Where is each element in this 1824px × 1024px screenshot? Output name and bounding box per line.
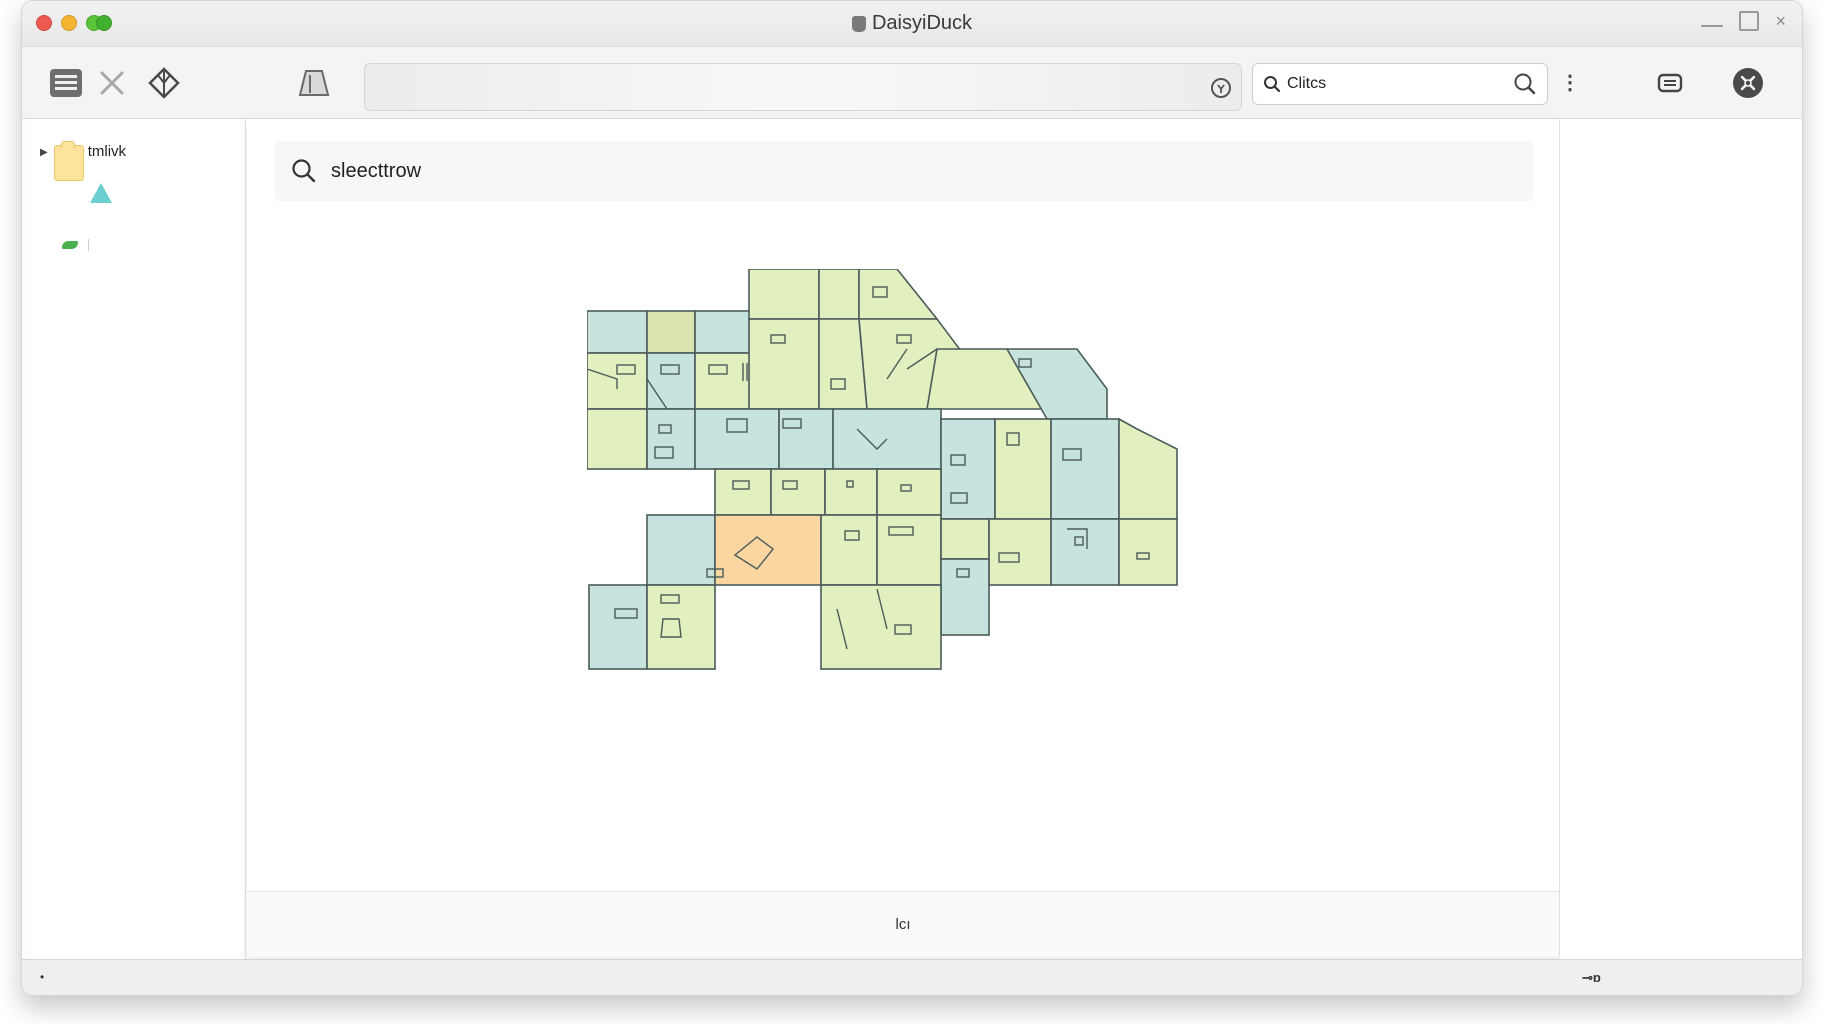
map-region[interactable] <box>778 408 834 470</box>
sync-button[interactable] <box>1650 63 1690 103</box>
title-bar: DaisyiDuck × <box>22 1 1802 47</box>
app-window: DaisyiDuck × Clitcs ⋮ ▶ tmlivk sleecttro… <box>21 0 1803 996</box>
map-region[interactable] <box>940 418 996 520</box>
page-icon <box>298 70 330 96</box>
map-region[interactable] <box>714 468 772 516</box>
search-submit-icon[interactable] <box>1513 72 1537 96</box>
search-input[interactable] <box>1287 75 1507 93</box>
map-region[interactable] <box>994 418 1052 520</box>
map-region[interactable] <box>588 584 648 670</box>
map-region[interactable] <box>988 518 1052 586</box>
maximize-icon[interactable] <box>1739 11 1760 31</box>
map-region[interactable] <box>940 558 990 636</box>
folder-icon <box>53 141 84 181</box>
tree-item[interactable]: ▶ tmlivk <box>40 141 127 181</box>
status-bar: • ⊸ɒ <box>22 959 1802 995</box>
map-region[interactable] <box>694 408 780 470</box>
map-region[interactable] <box>1050 418 1120 520</box>
account-button[interactable] <box>1728 63 1768 103</box>
footer-text: lcı <box>895 916 911 933</box>
sidebar: ▶ tmlivk <box>32 119 246 959</box>
main-content: lcı <box>247 119 1560 957</box>
sync-icon <box>1657 73 1683 93</box>
reload-icon[interactable] <box>1209 76 1233 100</box>
orange-region[interactable] <box>714 514 822 586</box>
status-left: • <box>40 970 45 984</box>
document-button[interactable] <box>294 63 334 103</box>
compass-button[interactable] <box>144 63 184 103</box>
right-pane <box>1560 119 1802 959</box>
map-region[interactable] <box>876 514 942 586</box>
status-right[interactable]: ⊸ɒ <box>1582 970 1601 986</box>
map-region[interactable] <box>694 352 756 410</box>
minimize-icon[interactable] <box>1701 25 1724 27</box>
more-options-icon[interactable]: ⋮ <box>1560 73 1580 93</box>
map-region[interactable] <box>748 318 820 410</box>
search-icon <box>292 159 316 183</box>
map-region[interactable] <box>1118 518 1178 586</box>
map-region[interactable] <box>646 352 696 410</box>
cancel-button[interactable] <box>92 63 132 103</box>
map-region[interactable] <box>587 408 648 470</box>
map-region[interactable] <box>818 269 860 320</box>
content-footer: lcı <box>247 891 1559 957</box>
layer-triangle-icon[interactable] <box>90 183 112 203</box>
map-region[interactable] <box>820 514 878 586</box>
close-icon[interactable]: × <box>1775 11 1786 31</box>
map-region[interactable] <box>858 269 939 320</box>
region-map[interactable] <box>587 269 1207 729</box>
map-region[interactable] <box>646 310 696 354</box>
search-icon <box>1264 76 1281 93</box>
map-region[interactable] <box>646 514 716 586</box>
content-search-bar[interactable] <box>275 141 1533 201</box>
app-icon <box>851 15 866 32</box>
toolbar: ⋮ <box>22 47 1802 119</box>
window-controls: × <box>1701 11 1786 31</box>
map-region[interactable] <box>587 310 648 354</box>
close-x-icon <box>100 71 124 95</box>
window-title-text: DaisyiDuck <box>871 12 973 34</box>
address-bar[interactable] <box>364 63 1242 111</box>
search-box[interactable] <box>1252 63 1548 105</box>
disclosure-triangle-icon[interactable]: ▶ <box>40 147 48 158</box>
map-region[interactable] <box>694 310 756 354</box>
database-button[interactable] <box>46 63 86 103</box>
compass-circle-icon <box>1733 68 1763 98</box>
window-title: DaisyiDuck <box>22 12 1802 35</box>
leaf-icon[interactable] <box>62 241 78 249</box>
database-icon <box>50 69 82 97</box>
map-region[interactable] <box>824 468 878 516</box>
divider <box>88 239 89 251</box>
map-region[interactable] <box>1118 417 1178 520</box>
map-region[interactable] <box>646 408 696 470</box>
map-region[interactable] <box>940 518 990 560</box>
map-region[interactable] <box>646 584 716 670</box>
map-region[interactable] <box>876 468 942 516</box>
map-region[interactable] <box>770 468 826 516</box>
diamond-compass-icon <box>148 67 180 99</box>
map-region[interactable] <box>820 584 942 670</box>
map-region[interactable] <box>748 269 820 320</box>
content-search-input[interactable] <box>331 159 931 183</box>
tree-item-label: tmlivk <box>87 143 127 160</box>
